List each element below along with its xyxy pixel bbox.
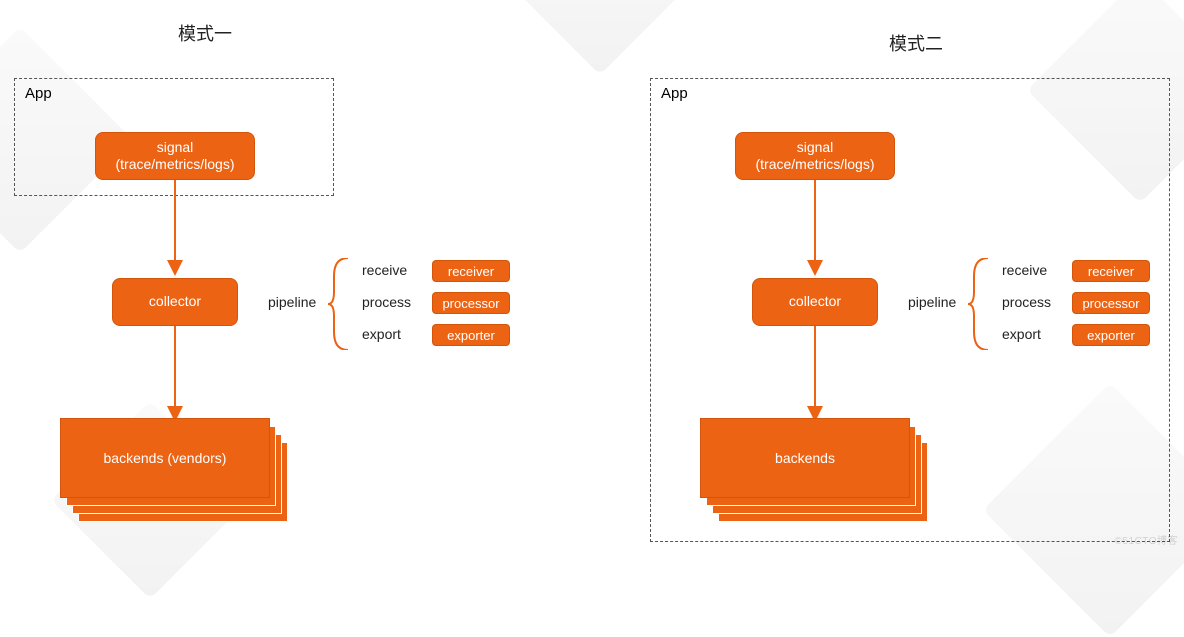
watermark: ©51CTO博客 (1115, 532, 1178, 547)
mode1-arrow-collector-to-backends (173, 326, 177, 422)
mode1-tag-receiver: receiver (432, 260, 510, 282)
mode1-pipeline-brace (328, 258, 352, 350)
mode1-stage-process: process (362, 294, 411, 310)
mode1-collector-node: collector (112, 278, 238, 326)
mode2-stage-export: export (1002, 326, 1041, 342)
mode2-arrow-signal-to-collector (813, 180, 817, 276)
mode2-pipeline-label: pipeline (908, 294, 956, 310)
mode2-tag-exporter: exporter (1072, 324, 1150, 346)
mode2-title: 模式二 (889, 30, 943, 56)
mode1-pipeline-label: pipeline (268, 294, 316, 310)
mode1-stage-export: export (362, 326, 401, 342)
mode2-signal-node: signal (trace/metrics/logs) (735, 132, 895, 180)
mode2-backends-label: backends (700, 418, 910, 498)
mode2-collector-node: collector (752, 278, 878, 326)
mode2-app-label: App (661, 85, 688, 102)
mode1-backends-label: backends (vendors) (60, 418, 270, 498)
mode1-stage-receive: receive (362, 262, 407, 278)
mode1-app-label: App (25, 85, 52, 102)
mode2-stage-process: process (1002, 294, 1051, 310)
mode1-arrow-signal-to-collector (173, 180, 177, 276)
mode1-title: 模式一 (178, 20, 232, 46)
mode2-arrow-collector-to-backends (813, 326, 817, 422)
mode2-tag-receiver: receiver (1072, 260, 1150, 282)
mode2-pipeline-brace (968, 258, 992, 350)
mode2-tag-processor: processor (1072, 292, 1150, 314)
mode1-tag-processor: processor (432, 292, 510, 314)
mode1-signal-node: signal (trace/metrics/logs) (95, 132, 255, 180)
mode1-tag-exporter: exporter (432, 324, 510, 346)
mode2-stage-receive: receive (1002, 262, 1047, 278)
